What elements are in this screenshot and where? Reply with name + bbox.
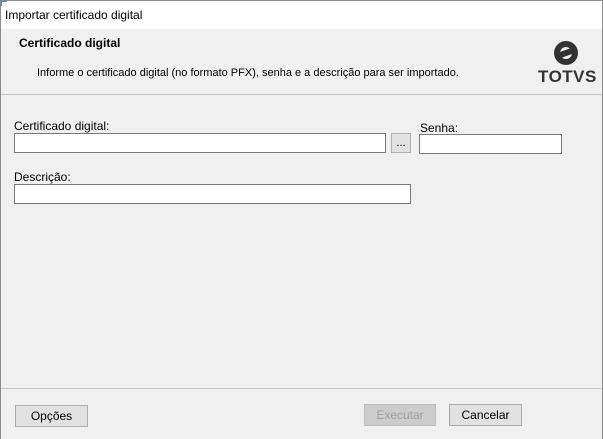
header-panel: Certificado digital Informe o certificad… — [1, 29, 602, 95]
cancel-button[interactable]: Cancelar — [449, 404, 522, 426]
browse-button[interactable]: ... — [391, 133, 411, 153]
certificate-label: Certificado digital: — [14, 119, 110, 133]
totvs-logo-icon — [554, 41, 578, 65]
execute-button[interactable]: Executar — [364, 404, 436, 426]
footer-bar: Opções Executar Cancelar — [1, 388, 602, 439]
description-label: Descrição: — [14, 170, 71, 184]
logo-text: TOTVS — [538, 67, 597, 86]
header-description: Informe o certificado digital (no format… — [37, 67, 459, 79]
certificate-input[interactable] — [14, 133, 386, 153]
title-bar[interactable]: Importar certificado digital — [1, 1, 602, 29]
window-title: Importar certificado digital — [5, 8, 143, 22]
options-button[interactable]: Opções — [15, 405, 88, 427]
description-input[interactable] — [14, 184, 411, 204]
import-certificate-dialog: Importar certificado digital Certificado… — [0, 0, 603, 439]
password-input[interactable] — [419, 134, 562, 154]
totvs-logo: TOTVS — [538, 37, 596, 87]
header-heading: Certificado digital — [19, 36, 121, 50]
form-area: Certificado digital: ... Senha: Descriçã… — [1, 95, 602, 387]
window-icon — [1, 1, 7, 6]
password-label: Senha: — [420, 121, 459, 135]
